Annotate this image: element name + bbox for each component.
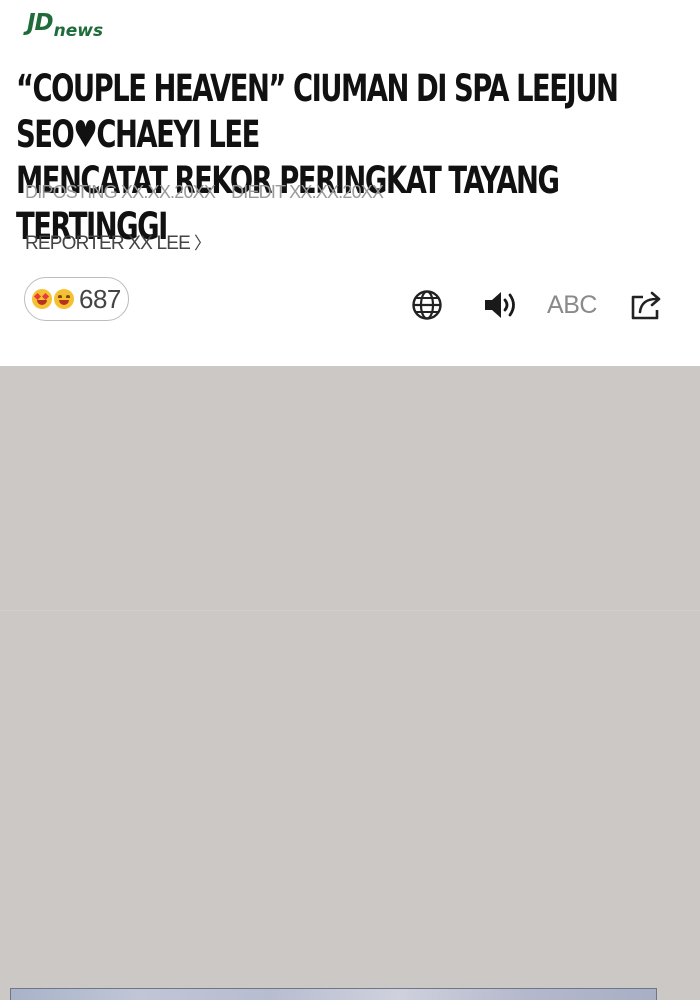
reporter-link[interactable]: REPORTER XX LEE 〉 xyxy=(25,229,211,255)
jdnews-logo[interactable]: JDnews xyxy=(27,10,103,40)
reaction-count: 687 xyxy=(79,283,121,314)
globe-icon xyxy=(412,290,442,320)
image-divider xyxy=(0,610,700,611)
share-icon xyxy=(631,291,661,320)
logo-sub-text: news xyxy=(53,21,104,41)
reporter-name: REPORTER XX LEE xyxy=(25,233,191,254)
comic-panel-edge xyxy=(10,988,657,1000)
article-dates: DIPOSTING XX.XX.20XX DIEDIT XX.XX.20XX xyxy=(25,182,384,203)
logo-main-text: JD xyxy=(27,10,54,36)
font-size-button[interactable]: ABC xyxy=(546,287,598,323)
article-image-placeholder xyxy=(0,366,700,1000)
posted-date: DIPOSTING XX.XX.20XX xyxy=(25,182,216,202)
article-headline: “COUPLE HEAVEN” CIUMAN DI SPA LEEJUN SEO… xyxy=(16,66,696,250)
laughing-emoji-icon xyxy=(54,289,74,309)
headline-line-1: “COUPLE HEAVEN” CIUMAN DI SPA LEEJUN SEO… xyxy=(16,67,619,156)
chevron-right-icon: 〉 xyxy=(194,234,211,253)
font-size-label: ABC xyxy=(547,290,597,319)
speaker-icon xyxy=(485,292,515,318)
reaction-button[interactable]: 687 xyxy=(24,277,129,321)
translate-button[interactable] xyxy=(409,287,445,323)
listen-button[interactable] xyxy=(481,287,521,323)
edited-date: DIEDIT XX.XX.20XX xyxy=(231,182,384,202)
article-header: JDnews “COUPLE HEAVEN” CIUMAN DI SPA LEE… xyxy=(0,0,700,366)
share-button[interactable] xyxy=(628,287,666,323)
heart-eyes-emoji-icon xyxy=(32,289,52,309)
